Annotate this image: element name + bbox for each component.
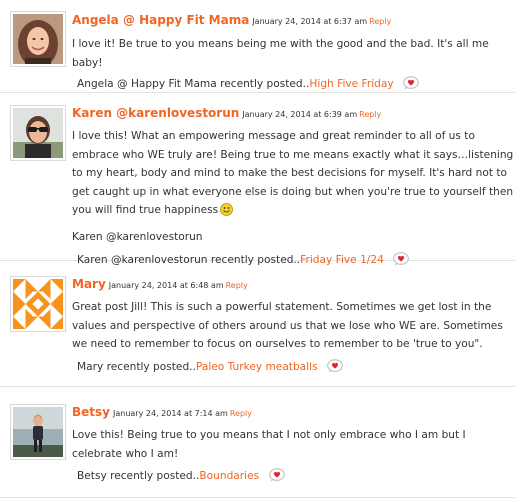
- recent-post-link[interactable]: High Five Friday: [309, 78, 393, 90]
- comment-date[interactable]: January 24, 2014 at 6:37 am: [252, 17, 367, 26]
- avatar-sunglasses-image: [13, 108, 63, 158]
- heart-bubble-icon[interactable]: [268, 468, 285, 482]
- comment-body: Angela @ Happy Fit Mama January 24, 2014 …: [72, 11, 519, 93]
- comment-divider: [0, 386, 515, 387]
- comment-meta: Mary January 24, 2014 at 6:48 am Reply: [72, 275, 519, 294]
- avatar-identicon-image: [13, 279, 63, 329]
- avatar: [10, 404, 66, 460]
- recent-post-link[interactable]: Friday Five 1/24: [300, 254, 384, 266]
- recently-posted: Angela @ Happy Fit Mama recently posted.…: [72, 75, 519, 93]
- recent-post-link[interactable]: Paleo Turkey meatballs: [196, 361, 318, 373]
- comment-author[interactable]: Angela @ Happy Fit Mama: [72, 13, 249, 27]
- comment-text: I love it! Be true to you means being me…: [72, 38, 489, 69]
- recently-posted: Mary recently posted..Paleo Turkey meatb…: [72, 358, 519, 376]
- smiley-icon: [220, 203, 234, 216]
- reply-link[interactable]: Reply: [230, 409, 252, 418]
- comment-body: Mary January 24, 2014 at 6:48 am Reply Gre…: [72, 275, 519, 376]
- avatar: [10, 105, 66, 161]
- heart-bubble-icon[interactable]: [327, 358, 343, 373]
- recently-posted-prefix: Angela @ Happy Fit Mama recently posted.…: [77, 78, 310, 90]
- comment-date[interactable]: January 24, 2014 at 6:48 am: [109, 281, 224, 290]
- comment-author[interactable]: Betsy: [72, 405, 110, 419]
- avatar-woman-image: [13, 14, 63, 64]
- comment-meta: Betsy January 24, 2014 at 7:14 am Reply: [72, 403, 519, 422]
- comment-body: Karen @karenlovestorun January 24, 2014 a…: [72, 104, 519, 269]
- comment-meta: Angela @ Happy Fit Mama January 24, 2014 …: [72, 11, 519, 30]
- comment-meta: Karen @karenlovestorun January 24, 2014 a…: [72, 104, 519, 123]
- avatar: [10, 11, 66, 67]
- heart-bubble-icon[interactable]: [403, 76, 419, 90]
- reply-link[interactable]: Reply: [369, 17, 391, 26]
- comment-text-content: I love this! What an empowering message …: [72, 130, 514, 216]
- recent-post-link[interactable]: Boundaries: [199, 470, 259, 482]
- recently-posted: Betsy recently posted..Boundaries: [72, 467, 519, 485]
- reply-link[interactable]: Reply: [359, 110, 381, 119]
- comment-signature: Karen @karenlovestorun: [72, 230, 203, 243]
- comment-author[interactable]: Mary: [72, 277, 106, 291]
- comment-text: I love this! What an empowering message …: [72, 127, 519, 220]
- recently-posted-prefix: Betsy recently posted..: [77, 470, 200, 482]
- comment-text: Love this! Being true to you means that …: [72, 429, 466, 460]
- recently-posted-prefix: Mary recently posted..: [77, 360, 196, 373]
- comment-date[interactable]: January 24, 2014 at 7:14 am: [113, 409, 228, 418]
- heart-bubble-icon[interactable]: [393, 252, 410, 266]
- reply-link[interactable]: Reply: [226, 281, 248, 290]
- comment-divider: [0, 497, 515, 498]
- avatar-running-image: [13, 407, 63, 457]
- comment-author[interactable]: Karen @karenlovestorun: [72, 106, 239, 120]
- comment-body: Betsy January 24, 2014 at 7:14 am Reply Lo…: [72, 403, 519, 485]
- comment-text: Great post Jill! This is such a powerful…: [72, 301, 503, 350]
- recently-posted: Karen @karenlovestorun recently posted..…: [72, 251, 519, 269]
- comment-date[interactable]: January 24, 2014 at 6:39 am: [242, 110, 357, 119]
- avatar: [10, 276, 66, 332]
- recently-posted-prefix: Karen @karenlovestorun recently posted..: [77, 254, 301, 266]
